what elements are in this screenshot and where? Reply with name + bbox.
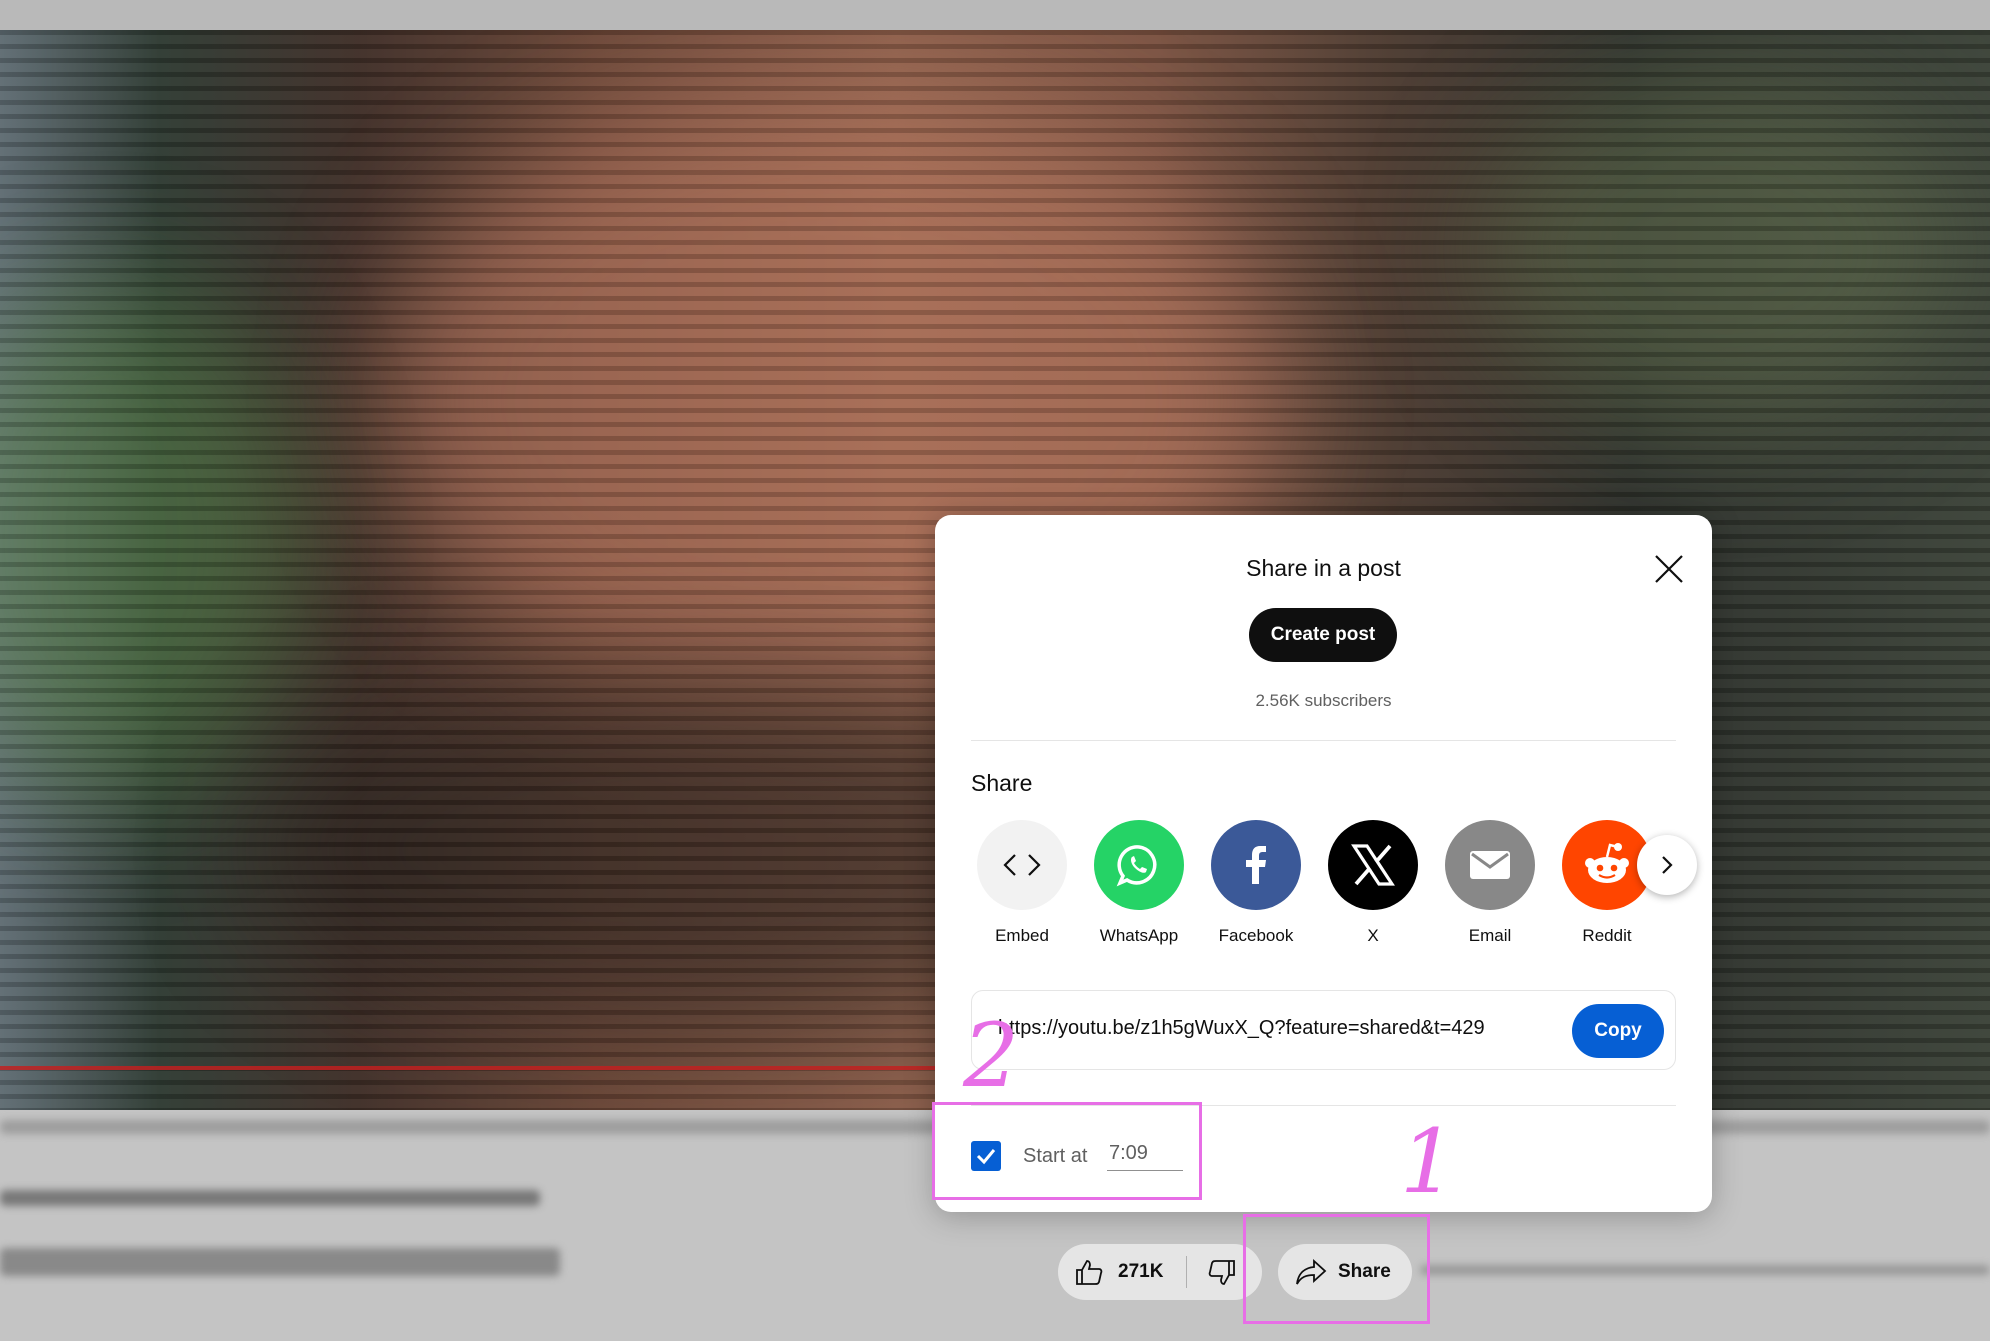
embed-icon [977, 820, 1067, 910]
share-link-text[interactable]: https://youtu.be/z1h5gWuxX_Q?feature=sha… [998, 1017, 1485, 1040]
share-link-box: https://youtu.be/z1h5gWuxX_Q?feature=sha… [971, 990, 1676, 1070]
share-option-embed[interactable]: Embed [967, 820, 1077, 946]
annotation-number-1: 1 [1400, 1110, 1456, 1213]
x-icon [1328, 820, 1418, 910]
share-option-email[interactable]: Email [1435, 820, 1545, 946]
like-count: 271K [1118, 1261, 1164, 1282]
share-option-label: Reddit [1582, 926, 1632, 945]
share-option-label: Facebook [1218, 926, 1294, 945]
thumbs-down-icon [1208, 1260, 1235, 1285]
like-dislike-pill: 271K [1058, 1244, 1262, 1300]
share-option-label: WhatsApp [1099, 926, 1179, 945]
share-option-x[interactable]: X [1318, 820, 1428, 946]
share-option-whatsapp[interactable]: WhatsApp [1084, 820, 1194, 946]
share-heading: Share [971, 770, 1033, 796]
close-icon [1655, 555, 1683, 583]
subscriber-count: 2.56K subscribers [1255, 691, 1392, 710]
create-post-button[interactable]: Create post [1249, 608, 1397, 662]
next-share-options-button[interactable] [1637, 835, 1697, 895]
share-option-label: Email [1468, 926, 1512, 945]
dialog-title: Share in a post [1246, 555, 1401, 581]
copy-button[interactable]: Copy [1572, 1004, 1664, 1058]
annotation-box-share-button [1243, 1214, 1430, 1324]
facebook-icon [1211, 820, 1301, 910]
share-option-label: X [1367, 926, 1379, 945]
annotation-box-start-at [932, 1102, 1202, 1200]
blurred-title [0, 1190, 540, 1206]
close-button[interactable] [1645, 545, 1693, 593]
chevron-right-icon [1662, 856, 1673, 874]
thumbs-up-icon [1076, 1260, 1103, 1285]
divider [971, 740, 1676, 741]
share-option-label: Embed [995, 926, 1049, 945]
annotation-number-2: 2 [963, 1004, 1019, 1107]
email-icon [1445, 820, 1535, 910]
like-button[interactable]: 271K [1058, 1244, 1186, 1300]
blurred-channel [0, 1248, 560, 1276]
share-option-facebook[interactable]: Facebook [1201, 820, 1311, 946]
whatsapp-icon [1094, 820, 1184, 910]
blurred-right [1420, 1265, 1990, 1275]
